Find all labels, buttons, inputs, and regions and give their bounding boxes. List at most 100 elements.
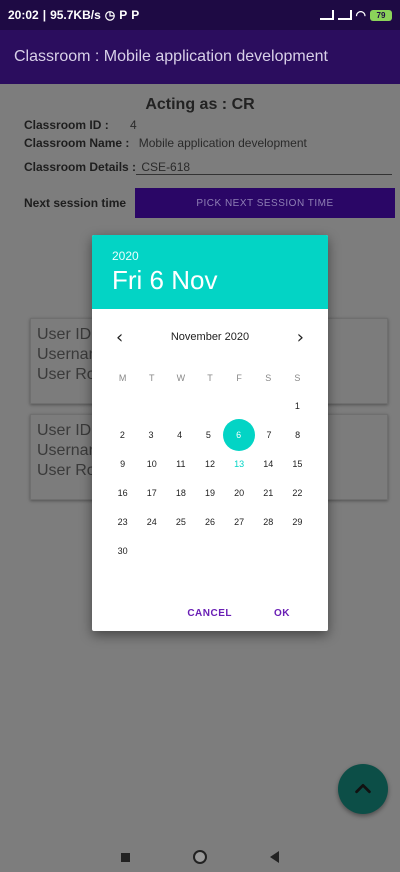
calendar-week-row: 2345678 [108, 418, 312, 451]
calendar-day[interactable]: 23 [108, 507, 137, 536]
back-icon[interactable] [269, 851, 279, 863]
calendar-day[interactable]: 26 [195, 507, 224, 536]
calendar-day[interactable]: 20 [225, 478, 254, 507]
calendar-day[interactable]: 15 [283, 449, 312, 478]
calendar-day[interactable]: 2 [108, 420, 137, 449]
calendar-empty-cell [195, 536, 224, 565]
calendar-day[interactable]: 30 [108, 536, 137, 565]
calendar-empty-cell [225, 536, 254, 565]
details-underline [136, 174, 392, 175]
calendar-week-row: 16 17 18 19 20 21 22 [108, 478, 312, 507]
calendar-week-row: 23 24 25 26 27 28 29 [108, 507, 312, 536]
app-bar-title: Classroom : Mobile application developme… [14, 48, 328, 65]
calendar-empty-cell [166, 536, 195, 565]
classroom-name-value: Mobile application development [138, 136, 307, 150]
classroom-id-value: 4 [130, 118, 137, 132]
classroom-details-value[interactable]: CSE-618 [141, 160, 190, 174]
system-nav-bar [0, 842, 400, 872]
calendar-day[interactable]: 1 [283, 391, 312, 420]
calendar-day[interactable]: 11 [166, 449, 195, 478]
weekday-label: S [294, 373, 301, 383]
home-icon[interactable] [192, 850, 207, 864]
weekday-label: M [118, 373, 127, 383]
calendar-day[interactable]: 10 [137, 449, 166, 478]
picker-year[interactable]: 2020 [112, 249, 308, 263]
app-bar: Classroom : Mobile application developme… [0, 30, 400, 84]
weekday-label: T [148, 373, 155, 383]
calendar-day[interactable]: 22 [283, 478, 312, 507]
recent-apps-icon[interactable] [121, 852, 131, 862]
calendar-empty-cell [166, 391, 195, 420]
calendar-day[interactable]: 6 [222, 418, 255, 451]
cancel-button[interactable]: CANCEL [187, 608, 232, 619]
next-session-label-text: Next session time [24, 196, 127, 210]
battery-icon: 79 [370, 9, 392, 21]
chevron-up-icon [355, 783, 371, 794]
calendar-day[interactable]: 29 [283, 507, 312, 536]
weekday-label: S [265, 373, 272, 383]
calendar-day[interactable]: 28 [254, 507, 283, 536]
date-picker-dialog: 2020 Fri 6 Nov ‹ November 2020 › M T W T F S S… [92, 235, 328, 631]
month-navigation: ‹ November 2020 › [92, 309, 328, 365]
calendar-day[interactable]: 7 [255, 420, 284, 449]
signal-icon-2 [337, 10, 352, 20]
weekday-header-row: MTWTFSS [108, 365, 312, 391]
classroom-id-row: Classroom ID : 4 [24, 118, 137, 132]
calendar-empty-cell [137, 391, 166, 420]
calendar-empty-cell [137, 536, 166, 565]
classroom-id-label: Classroom ID : [24, 118, 109, 132]
calendar-day[interactable]: 17 [137, 478, 166, 507]
wifi-icon: ◠ [355, 8, 366, 22]
acting-as-label: Acting as : CR [145, 96, 255, 113]
calendar-day[interactable]: 27 [225, 507, 254, 536]
calendar-empty-cell [108, 391, 137, 420]
calendar-day[interactable]: 8 [283, 420, 312, 449]
chevron-left-icon[interactable]: ‹ [116, 327, 123, 348]
picker-selected-date: Fri 6 Nov [112, 265, 218, 295]
pick-next-session-button[interactable]: PICK NEXT SESSION TIME [135, 188, 395, 218]
calendar-week-row: 30 [108, 536, 312, 565]
weekday-label: W [176, 373, 186, 383]
calendar-empty-cell [254, 536, 283, 565]
status-time: 20:02 [8, 8, 39, 22]
calendar-day[interactable]: 18 [166, 478, 195, 507]
scroll-up-button[interactable] [338, 764, 388, 814]
calendar-week-row: 9 10 11 12 13 14 15 [108, 449, 312, 478]
app-notification-icon-2: P [131, 8, 140, 22]
calendar-day[interactable]: 16 [108, 478, 137, 507]
calendar-empty-cell [195, 391, 224, 420]
weekday-label: T [207, 373, 213, 383]
classroom-details-label: Classroom Details : [24, 160, 137, 174]
month-label: November 2020 [170, 331, 250, 343]
calendar-weeks: 1 2 3 4 5 6 7 8 9 10 11 12 13 14 15 16 17 18 19 20 21 22 23 24 2… [108, 391, 312, 565]
dialog-actions: CANCEL OK [92, 608, 328, 619]
classroom-name-row: Classroom Name : Mobile application deve… [24, 136, 307, 150]
calendar-week-row: 1 [108, 391, 312, 420]
calendar-day[interactable]: 19 [195, 478, 224, 507]
calendar-day[interactable]: 21 [254, 478, 283, 507]
classroom-details-row: Classroom Details : CSE-618 [24, 160, 190, 174]
alarm-icon: ◷ [104, 8, 116, 22]
network-speed: 95.7KB/s [50, 8, 101, 22]
classroom-name-label: Classroom Name : [24, 136, 130, 150]
calendar-empty-cell [254, 391, 283, 420]
calendar-day[interactable]: 3 [137, 420, 166, 449]
calendar-day[interactable]: 13 [225, 449, 254, 478]
calendar-day[interactable]: 25 [166, 507, 195, 536]
next-session-label: Next session time [24, 196, 126, 210]
app-notification-icon: P [119, 8, 128, 22]
calendar-grid: MTWTFSS 1 2 3 4 5 6 7 8 9 10 11 12 13 14 15 16 17 18 19 20 2… [108, 365, 312, 565]
calendar-day[interactable]: 12 [195, 449, 224, 478]
calendar-empty-cell [283, 536, 312, 565]
chevron-right-icon[interactable]: › [297, 327, 304, 348]
calendar-day[interactable]: 9 [108, 449, 137, 478]
status-bar: 20:02 | 95.7KB/s ◷ P P ◠ 79 [0, 0, 400, 30]
ok-button[interactable]: OK [274, 608, 290, 619]
calendar-day[interactable]: 24 [137, 507, 166, 536]
calendar-day[interactable]: 14 [254, 449, 283, 478]
calendar-day[interactable]: 4 [165, 420, 194, 449]
calendar-day[interactable]: 5 [194, 420, 223, 449]
weekday-label: F [236, 373, 242, 383]
date-picker-header: 2020 Fri 6 Nov [92, 235, 328, 309]
signal-icon [319, 10, 334, 20]
